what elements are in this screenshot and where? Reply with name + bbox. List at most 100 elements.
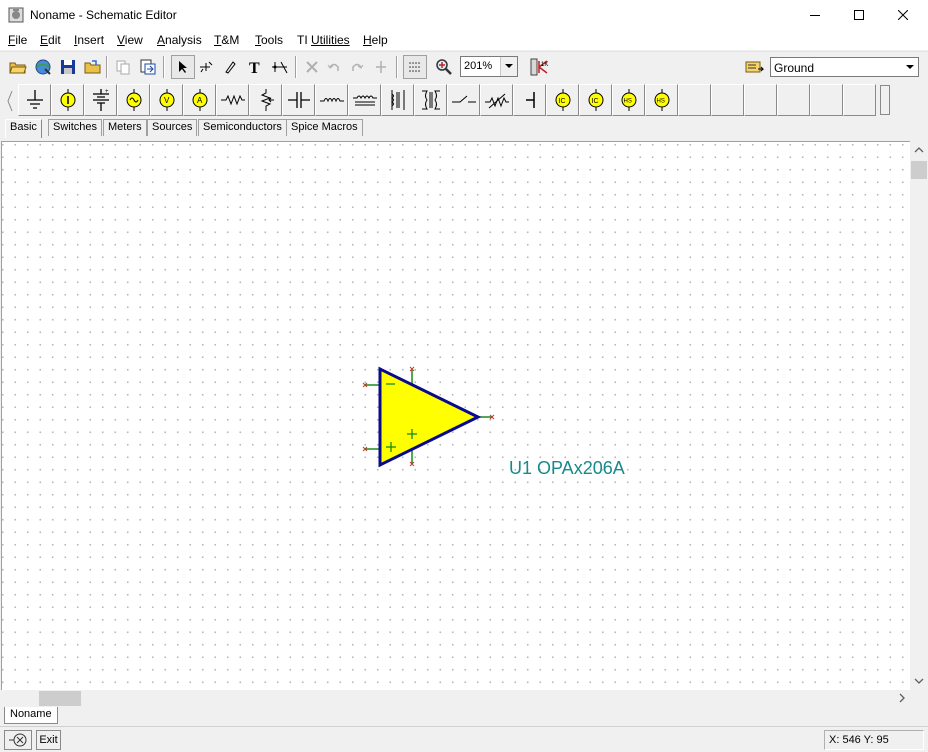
zoom-value: 201% [464, 60, 493, 72]
open-file-icon[interactable] [81, 55, 105, 79]
app-icon[interactable] [8, 7, 24, 23]
chevron-up-icon [914, 147, 924, 153]
menu-view[interactable]: View [117, 33, 143, 47]
capacitor-icon[interactable] [282, 84, 315, 116]
hs-meter-icon[interactable]: HS [645, 84, 678, 116]
tab-meters[interactable]: Meters [103, 119, 147, 136]
chevron-right-icon [899, 693, 905, 703]
menu-insert[interactable]: Insert [74, 33, 104, 47]
select-pointer-icon[interactable] [171, 55, 195, 79]
ground-icon[interactable] [18, 84, 51, 116]
svg-text:HS: HS [656, 99, 664, 105]
svg-text:+: + [105, 89, 109, 95]
chevron-down-icon[interactable] [500, 57, 517, 76]
transformer-icon[interactable] [348, 84, 381, 116]
empty-slot [744, 84, 777, 116]
menu-file[interactable]: File [8, 33, 27, 47]
potentiometer-icon[interactable] [249, 84, 282, 116]
chevron-down-icon[interactable] [901, 58, 918, 76]
ammeter-icon[interactable]: A [183, 84, 216, 116]
component-tabs: Basic Switches Meters Sources Semiconduc… [0, 118, 928, 138]
svg-text:HS: HS [623, 99, 631, 105]
menu-bar: File Edit Insert View Analysis T&M Tools… [0, 30, 928, 50]
resistor-icon[interactable] [216, 84, 249, 116]
schematic-canvas[interactable]: U1 OPAx206A [1, 141, 910, 690]
tab-switches[interactable]: Switches [48, 119, 103, 136]
chevron-left-icon[interactable] [4, 87, 16, 115]
voltage-generator-icon[interactable] [117, 84, 150, 116]
tina-logo-icon[interactable] [4, 730, 32, 750]
part-label[interactable]: U1 OPAx206A [509, 458, 625, 479]
window-title: Noname - Schematic Editor [30, 8, 177, 22]
redo-icon[interactable] [345, 55, 369, 79]
chevron-down-icon [914, 678, 924, 684]
menu-analysis[interactable]: Analysis [157, 33, 202, 47]
menu-help[interactable]: Help [363, 33, 388, 47]
ideal-transformer-icon[interactable] [414, 84, 447, 116]
delete-icon[interactable] [300, 55, 324, 79]
voltmeter-icon[interactable]: V [150, 84, 183, 116]
main-toolbar: T 201% 1K Ground [0, 51, 928, 81]
title-bar: Noname - Schematic Editor [0, 0, 928, 30]
ic-chip-icon[interactable]: IC [546, 84, 579, 116]
component-value: Ground [774, 61, 815, 75]
toolbar-separator [396, 56, 398, 78]
menu-ti-utilities[interactable]: TI Utilities [297, 33, 350, 47]
scroll-corner [910, 690, 928, 707]
empty-slot [810, 84, 843, 116]
save-icon[interactable] [56, 55, 80, 79]
tab-sources[interactable]: Sources [147, 119, 198, 136]
tina-tools-icon[interactable]: 1K [528, 55, 552, 79]
web-open-icon[interactable] [31, 55, 55, 79]
paste-icon[interactable] [136, 55, 160, 79]
battery-source-icon[interactable] [51, 84, 84, 116]
minimize-button[interactable] [792, 0, 838, 30]
auto-wire-icon[interactable] [268, 55, 292, 79]
toolbar-scroll-thumb[interactable] [880, 85, 890, 115]
toolbar-separator [295, 56, 297, 78]
vertical-scroll-thumb[interactable] [911, 161, 927, 179]
svg-text:A: A [197, 96, 203, 105]
menu-tm[interactable]: T&M [214, 33, 239, 47]
tab-basic[interactable]: Basic [5, 119, 42, 138]
status-bar: Exit X: 546 Y: 95 [0, 726, 928, 752]
menu-edit[interactable]: Edit [40, 33, 61, 47]
toolbar-separator [106, 56, 108, 78]
horizontal-scrollbar[interactable] [1, 690, 910, 707]
maximize-button[interactable] [836, 0, 882, 30]
coupled-inductor-icon[interactable] [381, 84, 414, 116]
grid-toggle-icon[interactable] [403, 55, 427, 79]
ic-source-icon[interactable]: IC [579, 84, 612, 116]
svg-text:V: V [164, 96, 170, 105]
undo-icon[interactable] [322, 55, 346, 79]
switch-icon[interactable] [447, 84, 480, 116]
pin-icon[interactable] [369, 55, 393, 79]
hs-source-icon[interactable]: HS [612, 84, 645, 116]
varistor-icon[interactable] [480, 84, 513, 116]
close-button[interactable] [880, 0, 926, 30]
svg-text:IC: IC [558, 98, 565, 105]
zoom-icon[interactable] [432, 55, 456, 79]
tab-semiconductors[interactable]: Semiconductors [198, 119, 287, 136]
wire-tool-icon[interactable] [194, 55, 218, 79]
junction-icon[interactable] [513, 84, 546, 116]
battery-icon[interactable]: + [84, 84, 117, 116]
menu-tools[interactable]: Tools [255, 33, 283, 47]
component-toolbar: + V A IC IC HS HS [0, 82, 928, 118]
component-picker-icon[interactable] [742, 55, 766, 79]
inductor-icon[interactable] [315, 84, 348, 116]
pencil-icon[interactable] [218, 55, 242, 79]
opamp-symbol[interactable] [2, 142, 910, 690]
empty-slot [843, 84, 876, 116]
svg-text:1K: 1K [541, 62, 548, 68]
horizontal-scroll-thumb[interactable] [39, 691, 81, 706]
text-tool-icon[interactable]: T [243, 55, 267, 79]
zoom-select[interactable]: 201% [460, 56, 518, 77]
exit-button[interactable]: Exit [36, 730, 61, 750]
sheet-tab-noname[interactable]: Noname [4, 707, 58, 724]
copy-icon[interactable] [111, 55, 135, 79]
component-select[interactable]: Ground [770, 57, 919, 77]
vertical-scrollbar[interactable] [910, 141, 928, 690]
open-folder-icon[interactable] [6, 55, 30, 79]
tab-spice-macros[interactable]: Spice Macros [286, 119, 363, 136]
